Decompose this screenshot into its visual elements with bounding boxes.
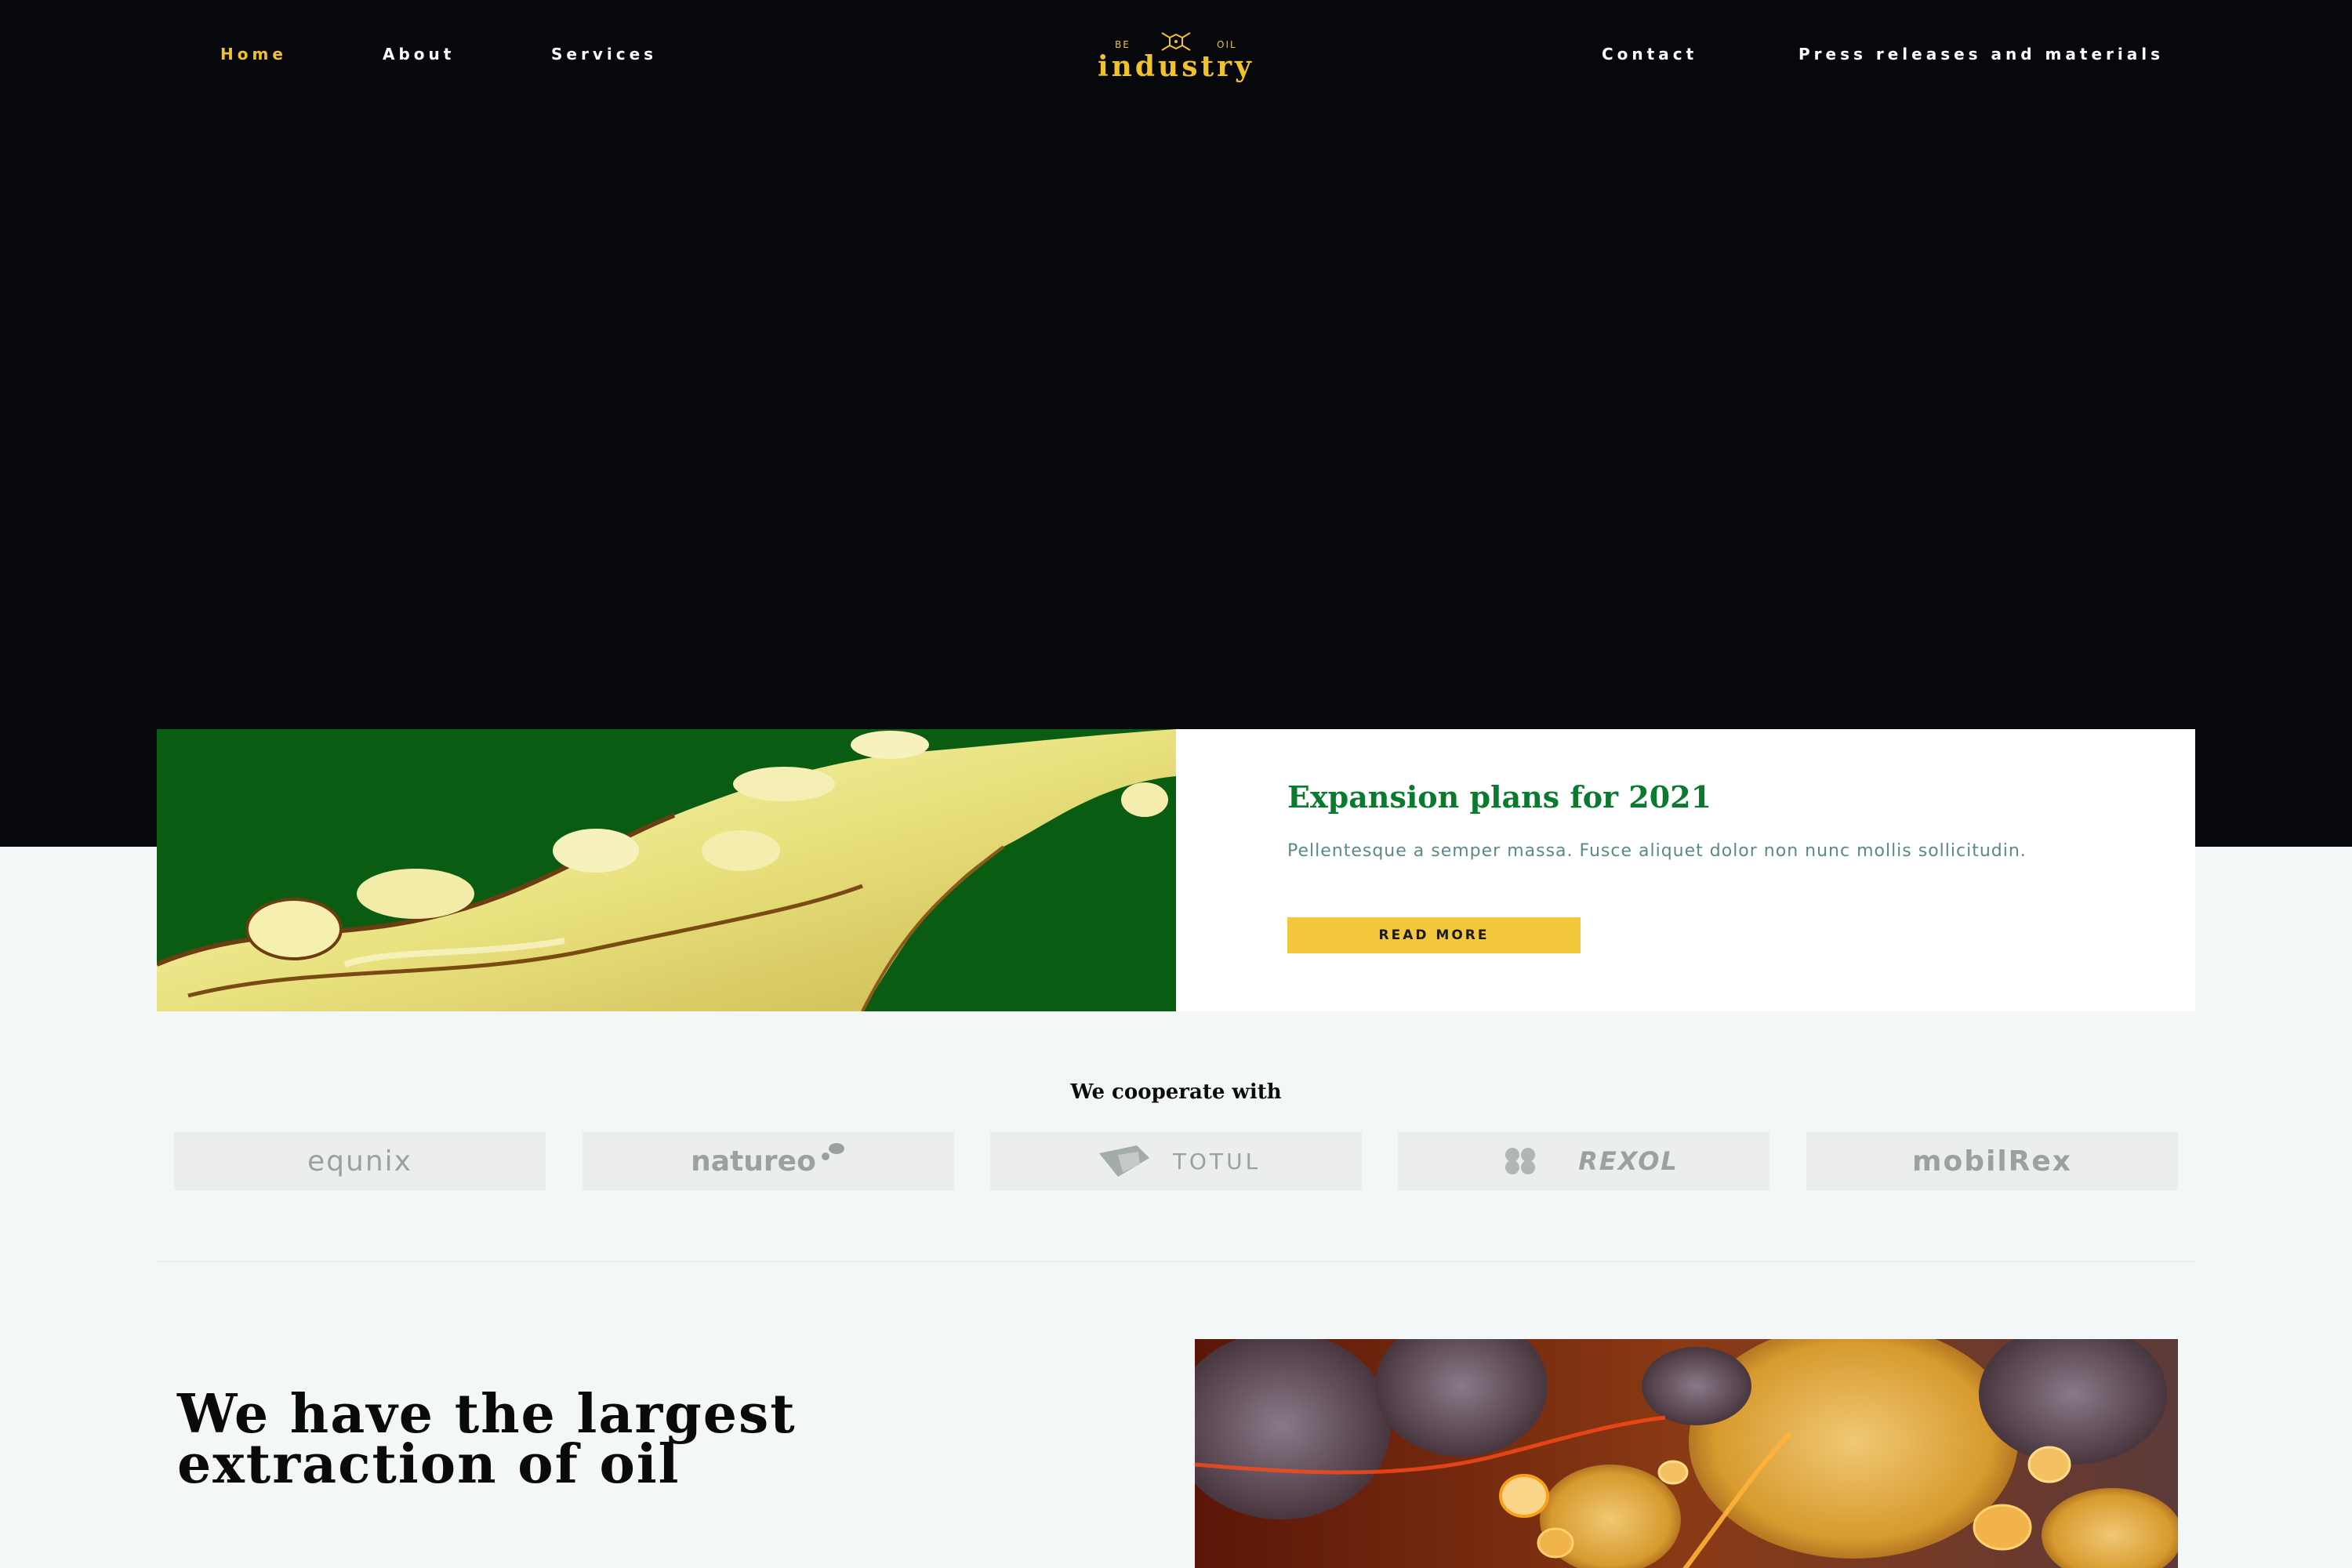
nav-about[interactable]: About [383, 45, 455, 64]
logo-wordmark: industry [1098, 50, 1254, 83]
cooperate-heading: We cooperate with [1070, 1080, 1282, 1104]
read-more-button[interactable]: READ MORE [1287, 917, 1581, 953]
partner-name: TOTUL [1172, 1148, 1261, 1174]
partner-logo-natureo[interactable]: natureo [583, 1132, 954, 1190]
about-heading: We have the largest extraction of oil [177, 1383, 797, 1496]
partner-name: natureo [691, 1145, 816, 1178]
totul-mark-icon [1098, 1145, 1149, 1177]
partner-logo-equnix[interactable]: equnix [174, 1132, 546, 1190]
partner-name: REXOL [1578, 1146, 1679, 1176]
nav-home[interactable]: Home [220, 45, 287, 64]
partner-name: mobilRex [1911, 1145, 2073, 1178]
feature-description: Pellentesque a semper massa. Fusce aliqu… [1287, 841, 2027, 861]
logo-oil-text: OIL [1217, 39, 1237, 50]
feature-card: Expansion plans for 2021 Pellentesque a … [157, 729, 2195, 1011]
nav-services[interactable]: Services [551, 45, 657, 64]
feature-title: Expansion plans for 2021 [1287, 779, 1712, 815]
rexol-mark-icon [1505, 1148, 1536, 1174]
hero-section: Home About Services Contact Press releas… [0, 0, 2352, 847]
section-divider [157, 1261, 2195, 1262]
partner-name: equnix [307, 1145, 412, 1178]
leaf-icon [821, 1143, 844, 1160]
nav-press-releases[interactable]: Press releases and materials [1798, 45, 2164, 64]
partner-logo-mobilrex[interactable]: mobilRex [1806, 1132, 2178, 1190]
site-logo[interactable]: BE OIL industry [1074, 28, 1278, 83]
nav-contact[interactable]: Contact [1602, 45, 1697, 64]
oil-bubbles-image [1195, 1339, 2178, 1568]
logo-be-text: BE [1115, 39, 1131, 50]
partner-logo-rexol[interactable]: REXOL [1398, 1132, 1769, 1190]
partner-logo-totul[interactable]: TOTUL [990, 1132, 1362, 1190]
oil-splash-image [157, 729, 1176, 1011]
